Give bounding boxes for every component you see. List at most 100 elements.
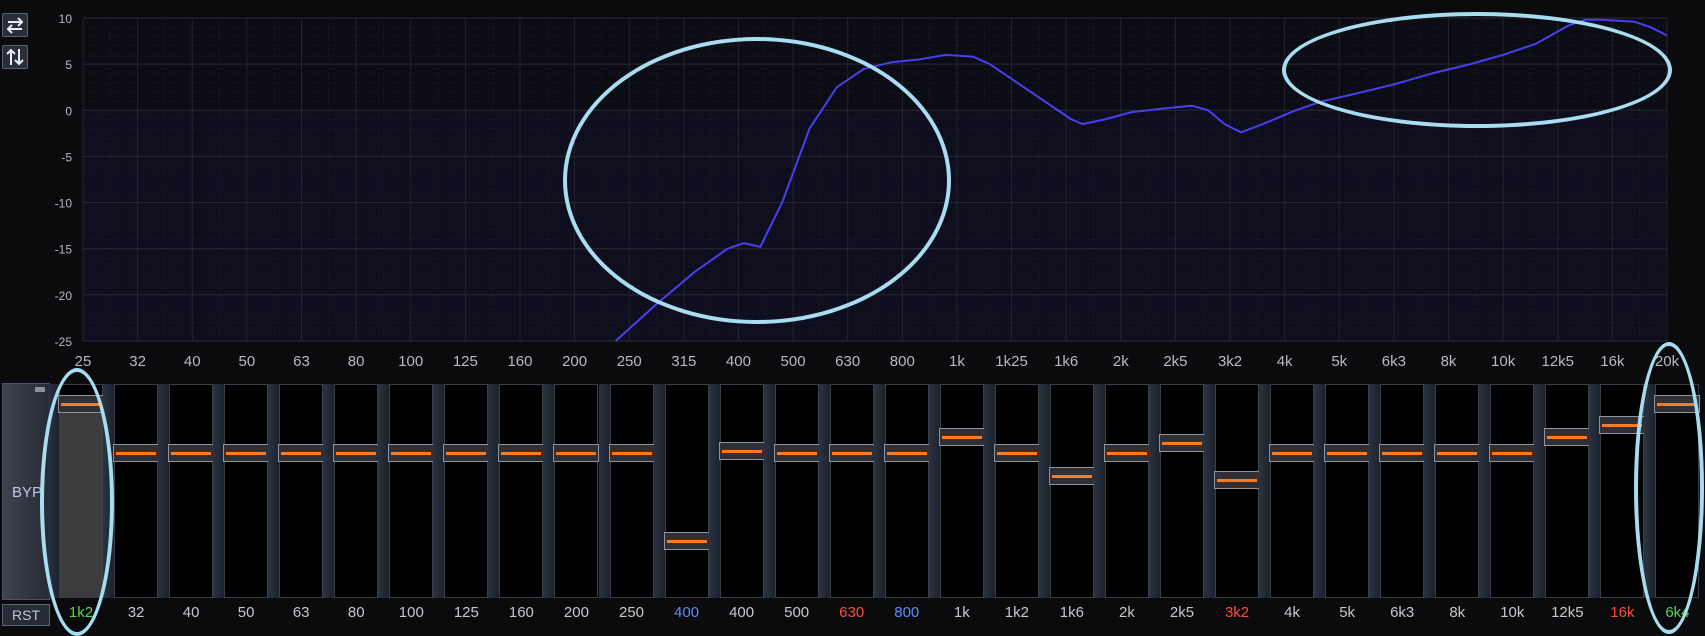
band-label: 10k <box>1500 604 1525 621</box>
band-thumb[interactable] <box>1599 416 1646 435</box>
frequency-response-graph: 10 5 0 -5 -10 -15 -20 -25 25 32 40 50 63 80 100 125 160 2… <box>0 0 1705 380</box>
band-slider[interactable] <box>1324 384 1371 598</box>
x-tick-label: 40 <box>184 353 201 370</box>
band-slider[interactable] <box>113 384 160 598</box>
swap-horizontal-button[interactable] <box>2 13 28 37</box>
band-label: 100 <box>398 604 424 621</box>
band-thumb[interactable] <box>1654 394 1701 413</box>
band-slider[interactable] <box>1048 384 1095 598</box>
band-label: 32 <box>127 604 145 621</box>
band-thumb[interactable] <box>113 443 160 462</box>
band-slider[interactable] <box>1654 384 1701 598</box>
band-label: 2k5 <box>1169 604 1195 621</box>
band-label: 16k <box>1610 604 1635 621</box>
band-thumb[interactable] <box>663 532 710 550</box>
swap-vertical-button[interactable] <box>2 45 28 69</box>
band-thumb[interactable] <box>993 443 1040 462</box>
y-tick-label: -25 <box>55 335 73 349</box>
x-tick-label: 3k2 <box>1218 353 1242 370</box>
band-thumb[interactable] <box>333 443 380 462</box>
x-tick-label: 50 <box>239 353 256 370</box>
x-tick-label: 2k5 <box>1163 353 1187 370</box>
band-slider[interactable] <box>333 384 380 598</box>
band-thumb[interactable] <box>168 443 215 462</box>
band-slider[interactable] <box>443 384 490 598</box>
band-label: 80 <box>347 604 365 621</box>
reset-button[interactable]: RST <box>2 604 50 626</box>
band-thumb[interactable] <box>443 443 490 462</box>
band-thumb[interactable] <box>1214 471 1261 490</box>
band-thumb[interactable] <box>1324 443 1371 462</box>
x-tick-label: 1k25 <box>995 353 1028 370</box>
band-slider[interactable] <box>58 384 104 598</box>
band-slider[interactable] <box>773 384 820 598</box>
band-label: 63 <box>292 604 310 621</box>
band-thumb[interactable] <box>718 441 765 460</box>
band-slider[interactable] <box>1159 384 1205 598</box>
band-thumb[interactable] <box>1269 443 1316 462</box>
band-slider[interactable] <box>1489 384 1536 598</box>
band-slider[interactable] <box>1103 384 1150 598</box>
band-thumb[interactable] <box>608 443 655 462</box>
y-tick-label: -20 <box>55 289 73 303</box>
band-slider[interactable] <box>1434 384 1481 598</box>
x-tick-label: 80 <box>348 353 365 370</box>
bypass-button[interactable]: BYP <box>2 383 50 600</box>
band-separator <box>488 384 500 598</box>
band-slider[interactable] <box>1269 384 1316 598</box>
band-slider[interactable] <box>1599 384 1646 598</box>
y-tick-label: -5 <box>61 150 72 164</box>
band-slider[interactable] <box>553 384 600 598</box>
band-slider[interactable] <box>938 384 985 598</box>
band-thumb[interactable] <box>1544 428 1591 447</box>
band-separator <box>1093 384 1105 598</box>
band-separator <box>158 384 170 598</box>
band-thumb[interactable] <box>828 443 875 462</box>
band-thumb[interactable] <box>223 443 270 462</box>
band-thumb[interactable] <box>388 443 435 462</box>
band-thumb[interactable] <box>1159 434 1205 452</box>
band-slider[interactable] <box>883 384 930 598</box>
band-label: 3k2 <box>1224 604 1250 621</box>
band-thumb[interactable] <box>58 394 104 413</box>
x-tick-label: 16k <box>1600 353 1625 370</box>
band-separator <box>268 384 280 598</box>
band-thumb[interactable] <box>498 443 545 462</box>
band-thumb[interactable] <box>1048 467 1095 486</box>
x-tick-label: 125 <box>453 353 478 370</box>
band-slider[interactable] <box>608 384 655 598</box>
band-separator <box>1259 384 1271 598</box>
band-separator <box>378 384 390 598</box>
band-thumb[interactable] <box>1103 443 1150 462</box>
band-label: 6k4 <box>1665 604 1690 621</box>
band-thumb[interactable] <box>1489 443 1536 462</box>
band-thumb[interactable] <box>1379 443 1426 462</box>
band-slider[interactable] <box>388 384 435 598</box>
band-slider[interactable] <box>828 384 875 598</box>
x-tick-label: 6k3 <box>1382 353 1406 370</box>
band-slider[interactable] <box>1379 384 1426 598</box>
band-slider[interactable] <box>1544 384 1591 598</box>
band-label: 125 <box>453 604 479 621</box>
band-slider[interactable] <box>168 384 215 598</box>
band-thumb[interactable] <box>1434 443 1481 462</box>
band-slider[interactable] <box>498 384 545 598</box>
band-slider[interactable] <box>278 384 325 598</box>
band-separator <box>433 384 445 598</box>
band-slider[interactable] <box>663 384 710 598</box>
band-thumb[interactable] <box>553 443 600 462</box>
y-tick-label: 5 <box>65 58 72 72</box>
band-slider[interactable] <box>223 384 270 598</box>
band-label: 40 <box>182 604 200 621</box>
band-thumb[interactable] <box>883 443 930 462</box>
band-slider[interactable] <box>718 384 765 598</box>
band-separator <box>983 384 995 598</box>
band-thumb[interactable] <box>278 443 325 462</box>
band-thumb[interactable] <box>773 443 820 462</box>
band-slider[interactable] <box>993 384 1040 598</box>
band-slider[interactable] <box>1214 384 1261 598</box>
band-thumb[interactable] <box>938 428 985 447</box>
x-tick-label: 1k6 <box>1054 353 1078 370</box>
y-tick-label: -15 <box>55 243 73 257</box>
x-tick-label: 63 <box>293 353 310 370</box>
